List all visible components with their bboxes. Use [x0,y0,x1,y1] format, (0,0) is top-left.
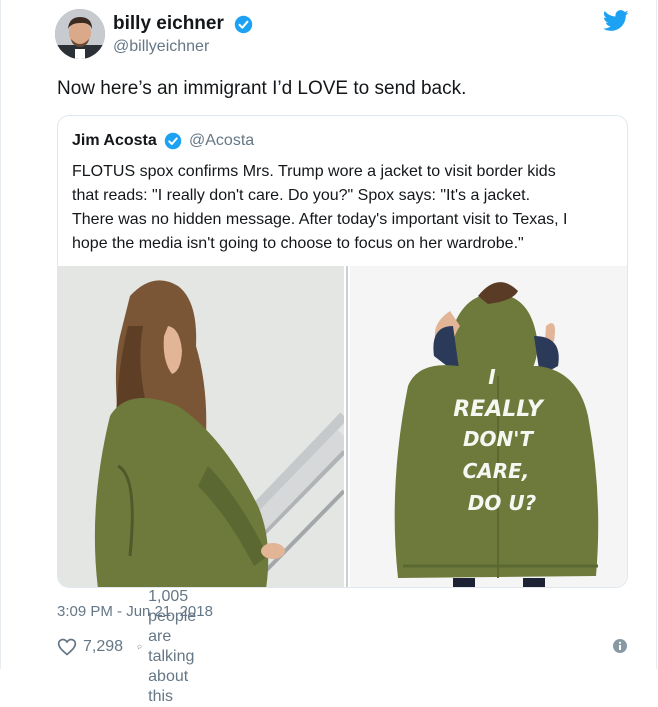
quoted-text-line: that reads: "I really don't care. Do you… [72,187,531,204]
talking-link[interactable]: 1,005 people are talking about this [137,588,211,705]
talking-text: 1,005 people are talking about this [148,588,197,705]
quoted-text-line: hope the media isn't going to choose to … [72,235,524,252]
twitter-bird-icon[interactable] [603,10,629,32]
verified-badge-icon [164,132,182,150]
quoted-tweet-text: FLOTUS spox confirms Mrs. Trump wore a j… [72,160,617,256]
quoted-tweet-photos[interactable]: I REALLY DON'T CARE, DO U? [58,266,628,588]
jacket-text-line: I [488,365,496,389]
left-border [0,0,1,669]
tweet-text: Now here’s an immigrant I’d LOVE to send… [57,78,467,99]
author-name[interactable]: billy eichner [113,13,224,35]
quoted-text-line: FLOTUS spox confirms Mrs. Trump wore a j… [72,163,556,180]
jacket-text-line: REALLY [453,397,545,422]
photo-right[interactable]: I REALLY DON'T CARE, DO U? [350,266,628,588]
jacket-text-line: CARE, [463,459,530,483]
avatar-photo [55,9,105,59]
info-icon[interactable] [612,638,628,654]
comment-icon [137,644,142,650]
verified-badge-icon [234,15,253,34]
quoted-text-line: There was no hidden message. After today… [72,211,568,228]
quoted-author-handle[interactable]: @Acosta [189,131,254,151]
quoted-author-name[interactable]: Jim Acosta [72,131,157,151]
author-handle[interactable]: @billyeichner [113,37,209,57]
right-border [656,0,657,669]
like-button[interactable]: 7,298 [57,634,123,660]
quoted-tweet[interactable]: Jim Acosta @Acosta FLOTUS spox confirms … [57,115,628,588]
jacket-text-line: DON'T [463,427,534,451]
like-count: 7,298 [83,638,124,655]
jacket-text-line: DO U? [468,491,537,515]
avatar[interactable] [55,9,105,59]
heart-icon [57,638,77,656]
photo-left[interactable] [58,266,351,588]
